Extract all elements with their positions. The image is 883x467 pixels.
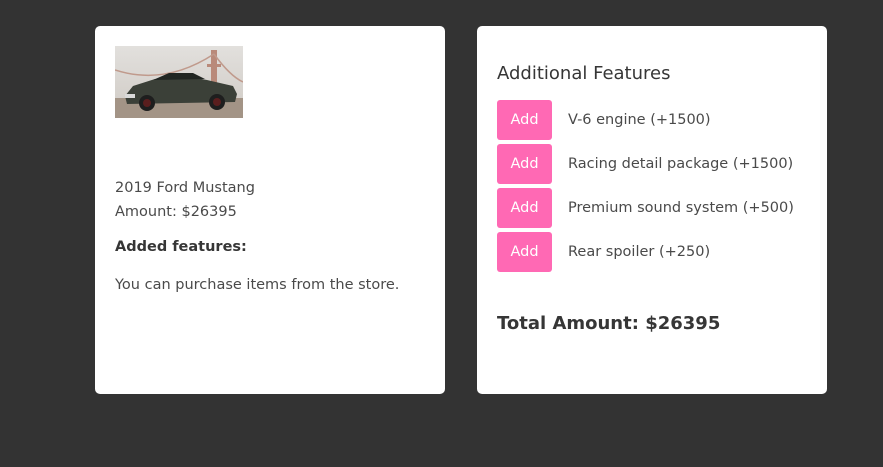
feature-item-racing-detail-package: Add Racing detail package (+1500): [497, 144, 793, 184]
car-amount: Amount: $26395: [115, 204, 237, 220]
feature-label: V-6 engine (+1500): [568, 112, 711, 128]
car-image: [115, 46, 243, 118]
car-card: 2019 Ford Mustang Amount: $26395 Added f…: [95, 26, 445, 394]
car-name: 2019 Ford Mustang: [115, 180, 255, 196]
added-features-heading: Added features:: [115, 239, 247, 255]
add-rear-spoiler-button[interactable]: Add: [497, 232, 552, 272]
feature-label: Premium sound system (+500): [568, 200, 794, 216]
feature-item-rear-spoiler: Add Rear spoiler (+250): [497, 232, 710, 272]
feature-item-premium-sound-system: Add Premium sound system (+500): [497, 188, 794, 228]
add-v6-engine-button[interactable]: Add: [497, 100, 552, 140]
add-premium-sound-system-button[interactable]: Add: [497, 188, 552, 228]
total-amount: Total Amount: $26395: [497, 313, 721, 334]
feature-label: Racing detail package (+1500): [568, 156, 794, 172]
additional-features-title: Additional Features: [497, 63, 671, 84]
feature-label: Rear spoiler (+250): [568, 244, 711, 260]
added-features-empty-message: You can purchase items from the store.: [115, 277, 400, 293]
add-racing-detail-package-button[interactable]: Add: [497, 144, 552, 184]
additional-features-card: Additional Features Add V-6 engine (+150…: [477, 26, 827, 394]
feature-item-v6-engine: Add V-6 engine (+1500): [497, 100, 711, 140]
